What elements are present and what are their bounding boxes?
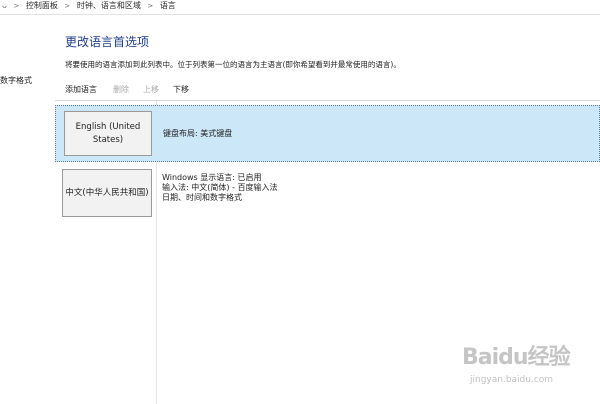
language-details-english: 键盘布局: 美式键盘	[163, 129, 232, 139]
page-title: 更改语言首选项	[65, 35, 150, 49]
chevron-right-icon: >	[64, 2, 71, 10]
language-detail-input: 输入法: 中文(简体) - 百度输入法	[162, 183, 278, 192]
language-detail-display: Windows 显示语言: 已启用	[162, 173, 262, 182]
chevron-right-icon: >	[13, 2, 20, 10]
language-detail-keyboard: 键盘布局: 美式键盘	[163, 129, 233, 138]
move-down-button[interactable]: 下移	[173, 81, 189, 99]
language-tile-chinese[interactable]: 中文(中华人民共和国)	[62, 169, 152, 217]
language-toolbar: 添加语言 删除 上移 下移	[56, 81, 600, 99]
chevron-right-icon: >	[147, 2, 154, 10]
language-tile-english[interactable]: English (United States)	[64, 111, 152, 156]
breadcrumb-item-clock-language-region[interactable]: 时钟、语言和区域	[77, 0, 141, 12]
breadcrumb-item-language[interactable]: 语言	[160, 0, 176, 12]
language-details-chinese: Windows 显示语言: 已启用 输入法: 中文(简体) - 百度输入法 日期…	[162, 173, 277, 203]
breadcrumb-item-control-panel[interactable]: 控制面板	[26, 0, 58, 12]
page-description: 将要使用的语言添加到此列表中。位于列表第一位的语言为主语言(即你希望看到并最常使…	[65, 60, 401, 69]
left-pane: 数字格式	[0, 15, 50, 403]
left-link-number-format[interactable]: 数字格式	[0, 75, 32, 86]
move-up-button[interactable]: 上移	[143, 81, 159, 99]
language-detail-format: 日期、时间和数字格式	[162, 193, 242, 202]
breadcrumb: ᴗ > 控制面板 > 时钟、语言和区域 > 语言	[0, 0, 600, 15]
add-language-button[interactable]: 添加语言	[65, 81, 97, 99]
baidu-watermark: Baidu经验 jingyan.baidu.com	[462, 339, 600, 401]
watermark-logo: Baidu经验	[462, 345, 571, 370]
watermark-url: jingyan.baidu.com	[470, 375, 554, 385]
breadcrumb-prefix: ᴗ	[2, 1, 7, 10]
remove-button[interactable]: 删除	[113, 81, 129, 99]
language-row-english[interactable]: English (United States) 键盘布局: 美式键盘	[55, 105, 600, 162]
language-row-chinese[interactable]: 中文(中华人民共和国) Windows 显示语言: 已启用 输入法: 中文(简体…	[55, 166, 600, 218]
